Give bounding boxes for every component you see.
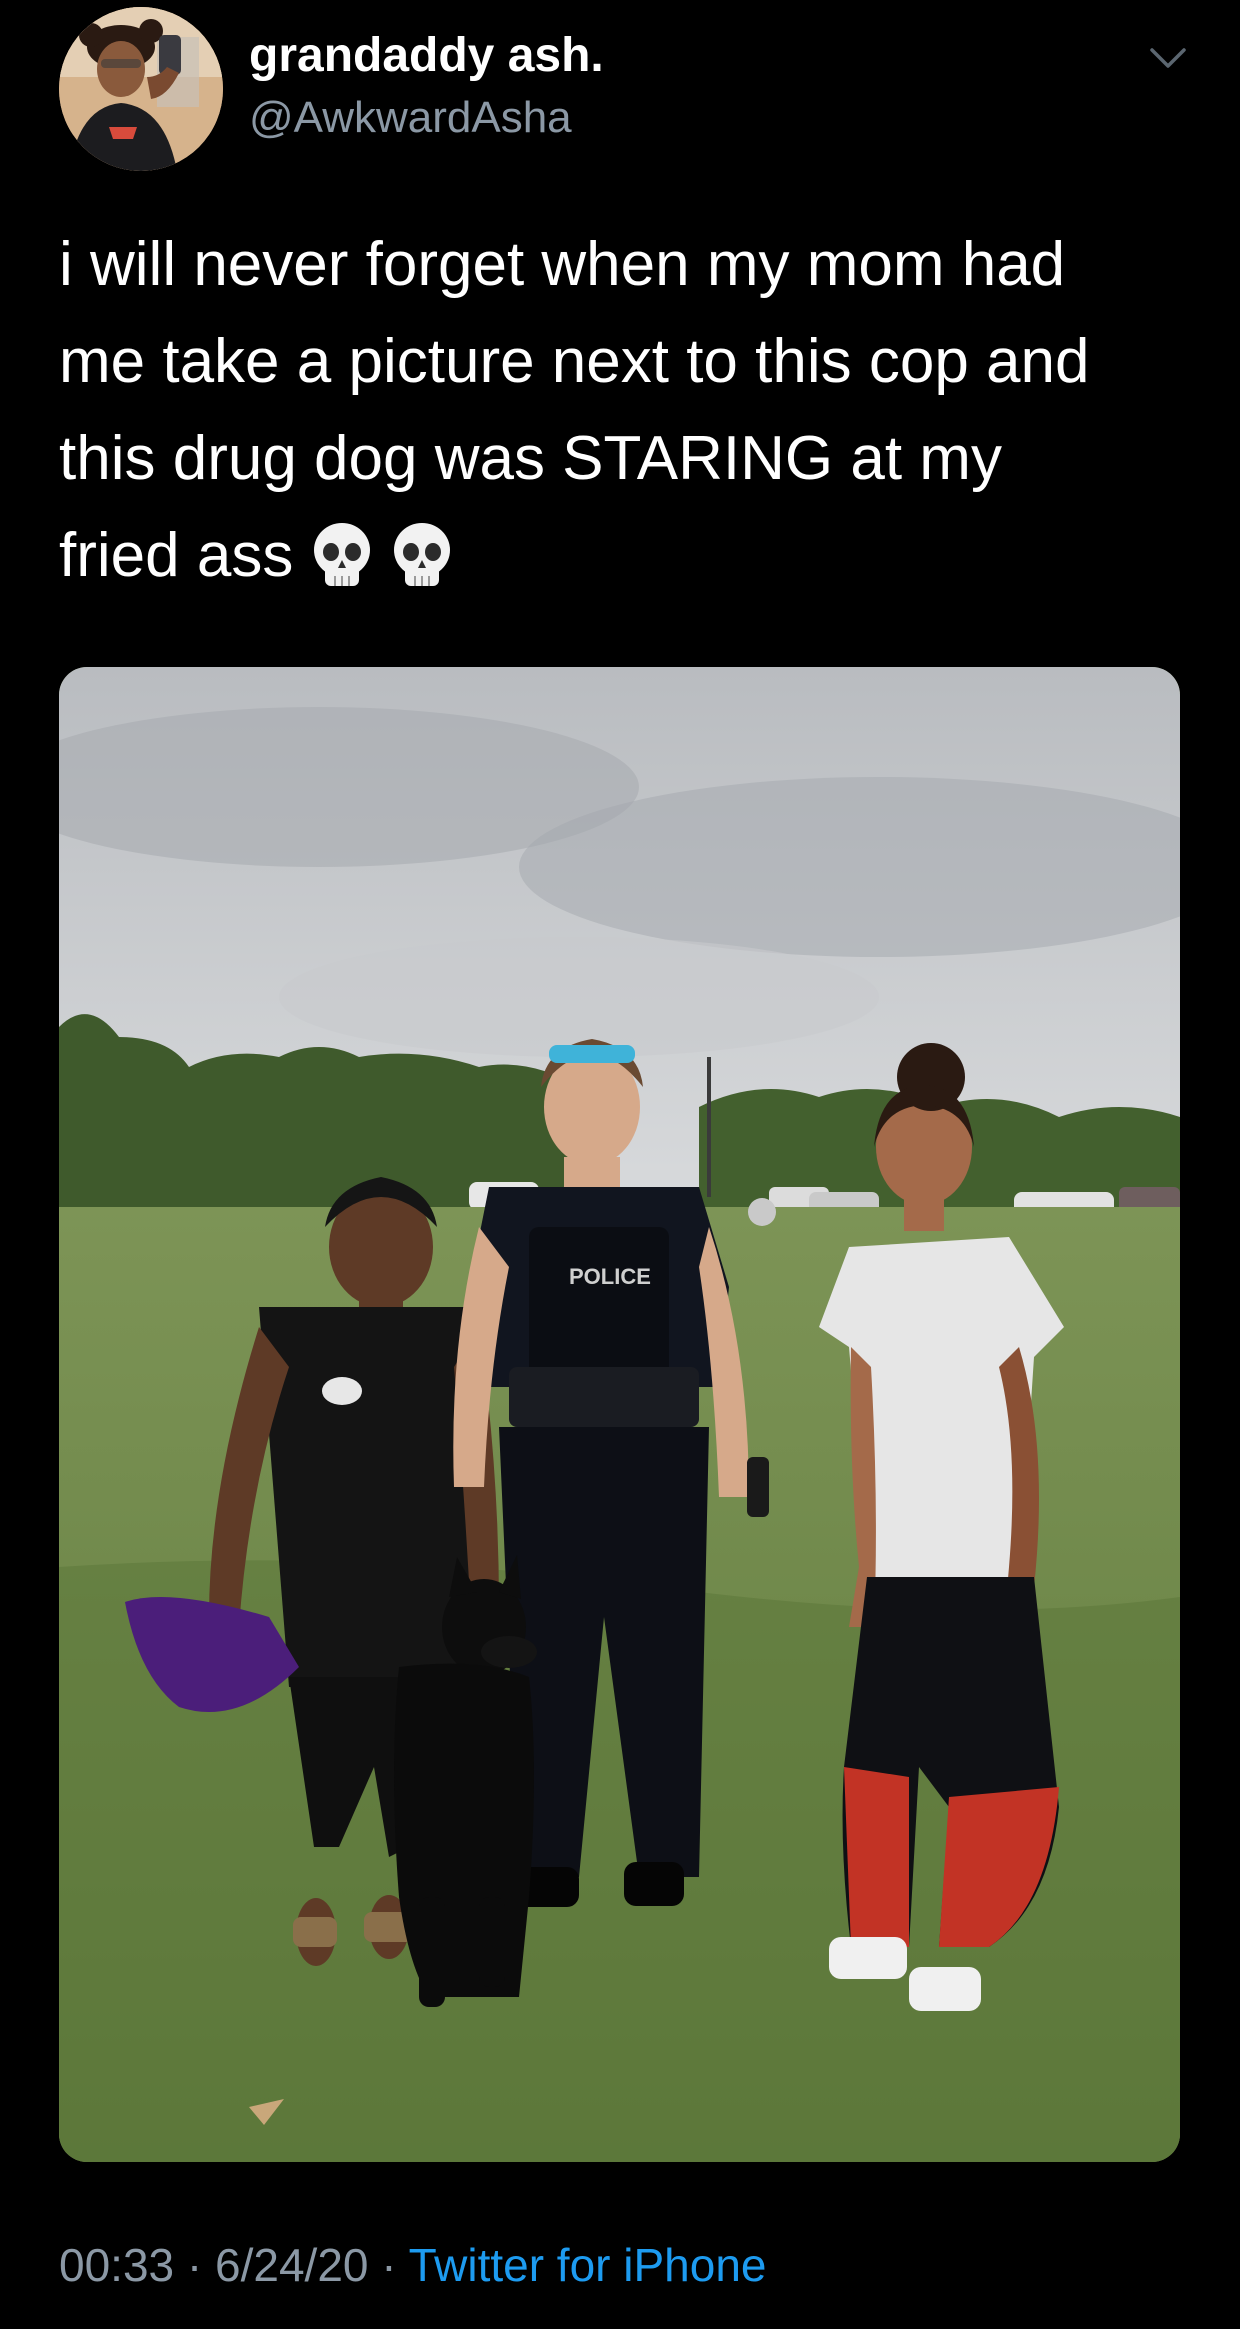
tweet-text-line: this drug dog was STARING at my (59, 424, 1002, 493)
tweet-text-line: i will never forget when my mom had (59, 230, 1066, 299)
tweet-time[interactable]: 00:33 (59, 2239, 174, 2291)
skull-emoji (394, 523, 451, 586)
tweet-text-line: fried ass (59, 521, 294, 590)
tweet-footer: 00:33 · 6/24/20 · Twitter for iPhone (59, 2237, 767, 2293)
skull-emoji (314, 523, 371, 586)
tweet-date[interactable]: 6/24/20 (215, 2239, 368, 2291)
chevron-down-icon[interactable] (1148, 38, 1188, 78)
avatar[interactable] (59, 7, 223, 171)
display-name[interactable]: grandaddy ash. (249, 28, 604, 84)
tweet-photo[interactable]: POLICE (59, 667, 1180, 2162)
tweet: grandaddy ash. @AwkwardAsha i will never… (0, 0, 1240, 2329)
footer-separator: · (368, 2239, 409, 2291)
photo-scene: POLICE (59, 667, 1180, 2162)
avatar-photo (59, 7, 223, 171)
tweet-text-last-line: fried ass (59, 507, 1199, 604)
tweet-text-line: me take a picture next to this cop and (59, 327, 1090, 396)
tweet-source-link[interactable]: Twitter for iPhone (409, 2239, 767, 2291)
footer-separator: · (174, 2239, 216, 2291)
user-handle[interactable]: @AwkwardAsha (249, 92, 572, 144)
tweet-text: i will never forget when my mom had me t… (59, 216, 1199, 604)
vest-label: POLICE (569, 1264, 651, 1289)
